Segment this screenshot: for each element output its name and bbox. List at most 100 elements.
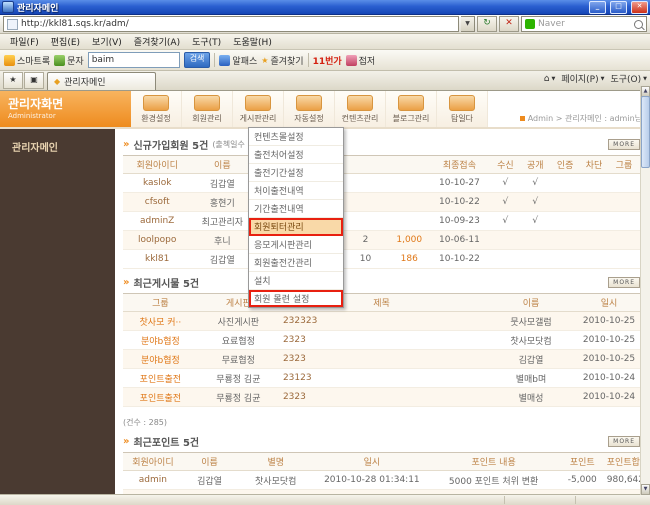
table-cell[interactable]: 2323 bbox=[279, 350, 484, 369]
table-cell[interactable]: admin bbox=[123, 471, 183, 490]
table-cell[interactable]: 2323 bbox=[279, 331, 484, 350]
capture-button[interactable]: 접저 bbox=[346, 54, 376, 67]
table-header-row: 그룹게시판제목이름일시 bbox=[123, 294, 640, 312]
close-button[interactable]: ✕ bbox=[631, 1, 648, 14]
admin-logo[interactable]: 관리자화면 Administrator bbox=[0, 91, 131, 127]
column-header: 이름 bbox=[183, 453, 236, 471]
page-menu-button[interactable]: 페이지(P) ▼ bbox=[561, 72, 604, 85]
scroll-down-button[interactable]: ▼ bbox=[641, 484, 650, 495]
table-cell[interactable]: 2323 bbox=[279, 388, 484, 407]
dropdown-menu-item[interactable]: 컨텐츠몰설정 bbox=[249, 128, 343, 146]
table-cell bbox=[490, 250, 520, 269]
section-recent-posts-header: » 최근게시물 5건 MORE bbox=[123, 275, 640, 290]
dropdown-menu-item[interactable]: 출전기간설정 bbox=[249, 164, 343, 182]
address-bar: http://kkl81.sqs.kr/adm/ ▼ ↻ ✕ Naver bbox=[0, 15, 650, 34]
table-cell: 분야b협정 bbox=[123, 331, 198, 350]
admin-menu-item[interactable]: 회원관리 bbox=[182, 91, 233, 127]
admin-menu-item[interactable]: 블로그관리 bbox=[386, 91, 437, 127]
section-title: 최근게시물 5건 bbox=[133, 275, 199, 290]
dropdown-menu-item[interactable]: 응모게시판관리 bbox=[249, 236, 343, 254]
more-button[interactable]: MORE bbox=[608, 139, 640, 150]
refresh-button[interactable]: ↻ bbox=[477, 16, 497, 32]
sidebar-item-admin-main[interactable]: 관리자메인 bbox=[0, 129, 115, 154]
table-cell bbox=[550, 193, 580, 212]
elevenst-button[interactable]: 11번가 bbox=[313, 54, 342, 67]
table-cell: 2010-10-24 bbox=[578, 369, 640, 388]
table-cell[interactable]: kaslok bbox=[123, 174, 191, 193]
column-header: 수신 bbox=[490, 156, 520, 174]
dropdown-menu-item[interactable]: 회원퇴터관리 bbox=[249, 218, 343, 236]
table-cell[interactable]: 23123 bbox=[279, 369, 484, 388]
sms-button[interactable]: 문자 bbox=[54, 54, 84, 67]
minimize-button[interactable]: _ bbox=[589, 1, 606, 14]
smart-button[interactable]: 스마트록 bbox=[4, 54, 50, 67]
menubar-item[interactable]: 편집(E) bbox=[45, 34, 86, 49]
search-icon[interactable] bbox=[634, 20, 643, 29]
points-count: (건수 : 285) bbox=[123, 417, 640, 428]
table-row: cfsoft홍현기현거경10-10-22√√ bbox=[123, 193, 640, 212]
table-cell: 무료협정 bbox=[198, 350, 279, 369]
address-url: http://kkl81.sqs.kr/adm/ bbox=[21, 19, 129, 29]
maximize-button[interactable]: □ bbox=[610, 1, 627, 14]
table-cell bbox=[490, 231, 520, 250]
table-header-row: 회원아이디이름별명최종접속수신공개인증차단그룹 bbox=[123, 156, 640, 174]
admin-menu-item[interactable]: 환경설정 bbox=[131, 91, 182, 127]
table-cell[interactable]: loolpopo bbox=[123, 231, 191, 250]
admin-menu-label: 자동설정 bbox=[294, 113, 323, 124]
toolbar-search-input[interactable]: baim bbox=[88, 52, 180, 68]
vertical-scrollbar[interactable]: ▲ ▼ bbox=[640, 86, 650, 495]
search-input[interactable]: Naver bbox=[521, 16, 647, 32]
column-header: 인증 bbox=[550, 156, 580, 174]
table-cell: 포인트출전 bbox=[123, 388, 198, 407]
table-cell: 10 bbox=[341, 250, 390, 269]
table-cell bbox=[390, 174, 428, 193]
more-button[interactable]: MORE bbox=[608, 277, 640, 288]
quick-tabs-button[interactable]: ▣ bbox=[24, 72, 44, 89]
alpass-button[interactable]: 알패스 bbox=[219, 54, 257, 67]
admin-header: 관리자화면 Administrator 환경설정회원관리게시판관리자동설정 컨텐츠… bbox=[0, 91, 650, 129]
table-cell: 980,642,491 bbox=[606, 471, 640, 490]
dropdown-menu-item[interactable]: 기간출전내역 bbox=[249, 200, 343, 218]
section-recent-points-header: » 최근포인트 5건 MORE bbox=[123, 434, 640, 449]
menubar-item[interactable]: 도구(T) bbox=[186, 34, 227, 49]
admin-menu-item[interactable]: 자동설정 bbox=[284, 91, 335, 127]
column-header: 포인트 내용 bbox=[428, 453, 558, 471]
admin-menu-item[interactable]: 컨텐츠관리 bbox=[335, 91, 386, 127]
menubar-item[interactable]: 보기(V) bbox=[86, 34, 128, 49]
table-cell bbox=[608, 193, 640, 212]
address-input[interactable]: http://kkl81.sqs.kr/adm/ bbox=[3, 16, 459, 32]
admin-menu-item[interactable]: 게시판관리 bbox=[233, 91, 284, 127]
table-cell[interactable]: adminZ bbox=[123, 212, 191, 231]
table-cell: 찻사모닷컴 bbox=[236, 471, 315, 490]
table-cell: 2010-10-25 bbox=[578, 350, 640, 369]
favorites-center-button[interactable]: ★ bbox=[3, 72, 23, 89]
table-cell[interactable]: 232323 bbox=[279, 312, 484, 331]
scrollbar-thumb[interactable] bbox=[641, 96, 650, 168]
dropdown-menu-item[interactable]: 설치 bbox=[249, 272, 343, 290]
stop-button[interactable]: ✕ bbox=[499, 16, 519, 32]
menubar-item[interactable]: 파일(F) bbox=[4, 34, 45, 49]
table-cell bbox=[550, 212, 580, 231]
tab-admin-main[interactable]: ◆ 관리자메인 bbox=[47, 72, 156, 90]
table-cell: 2010-10-28 01:34:11 bbox=[315, 471, 428, 490]
admin-menu-item[interactable]: 탐일다 bbox=[437, 91, 488, 127]
section-new-members-header: » 신규가입회원 5건 (출첵일수 : 6, 차단 : (0), 일일 : (0… bbox=[123, 137, 640, 152]
toolbar-search-button[interactable]: 검색 bbox=[184, 52, 211, 68]
table-cell[interactable]: cfsoft bbox=[123, 193, 191, 212]
dropdown-menu-item[interactable]: 처이출전내역 bbox=[249, 182, 343, 200]
title-bar[interactable]: 관리자메인 _ □ ✕ bbox=[0, 0, 650, 15]
section-title: 신규가입회원 5건 bbox=[133, 137, 208, 152]
dropdown-menu-item[interactable]: 회원출전간관리 bbox=[249, 254, 343, 272]
favorites-button[interactable]: ★ 즐겨찾기 bbox=[261, 54, 303, 67]
dropdown-menu-item[interactable]: 출전처어설정 bbox=[249, 146, 343, 164]
menubar-item[interactable]: 도움말(H) bbox=[227, 34, 278, 49]
dropdown-menu-item[interactable]: 회원 몰련 설정 bbox=[249, 290, 343, 307]
more-button[interactable]: MORE bbox=[608, 436, 640, 447]
tools-menu-button[interactable]: 도구(O) ▼ bbox=[610, 72, 647, 85]
menubar-item[interactable]: 즐겨찾기(A) bbox=[128, 34, 186, 49]
table-row: kaslok김갑열별매보며10-10-27√√ bbox=[123, 174, 640, 193]
table-cell[interactable]: kkl81 bbox=[123, 250, 191, 269]
home-button[interactable]: ⌂ ▼ bbox=[544, 74, 556, 84]
table-cell: 10-10-22 bbox=[428, 193, 490, 212]
address-dropdown-arrow-icon[interactable]: ▼ bbox=[461, 16, 475, 32]
